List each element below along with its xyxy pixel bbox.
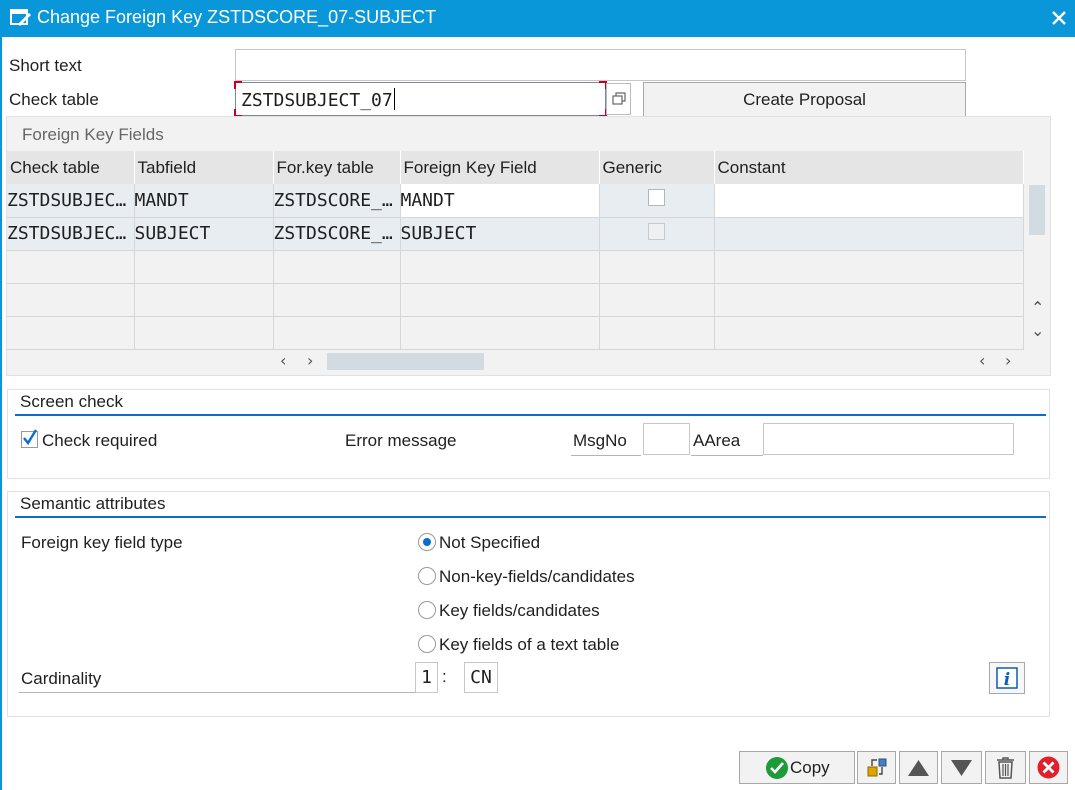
- cardinality-left-input[interactable]: 1: [415, 662, 438, 693]
- empty-row: [7, 283, 1024, 317]
- cell-for-key-table[interactable]: ZSTDSCORE_…: [273, 217, 401, 251]
- cell-tabfield[interactable]: MANDT: [134, 184, 274, 218]
- error-message-label: Error message: [345, 431, 457, 450]
- msgno-label: MsgNo: [573, 431, 627, 450]
- semantic-attributes-group: Semantic attributes Foreign key field ty…: [7, 491, 1050, 717]
- check-table-label: Check table: [9, 90, 99, 109]
- copy-button[interactable]: Copy: [739, 751, 855, 784]
- check-table-input[interactable]: ZSTDSUBJECT_07: [234, 81, 607, 117]
- panel-title: Foreign Key Fields: [22, 125, 164, 144]
- group-divider: [15, 414, 1046, 416]
- info-button[interactable]: i: [989, 662, 1025, 694]
- radio-non-key-fields[interactable]: [418, 567, 436, 585]
- edit-window-icon: [10, 9, 31, 26]
- column-header-constant[interactable]: Constant: [714, 151, 1024, 184]
- triangle-down-icon: [951, 760, 972, 776]
- cell-tabfield[interactable]: SUBJECT: [134, 217, 274, 251]
- window-title: Change Foreign Key ZSTDSCORE_07-SUBJECT: [37, 7, 437, 27]
- table-row[interactable]: ZSTDSUBJEC… SUBJECT ZSTDSCORE_… SUBJECT: [7, 217, 1024, 251]
- msgno-input[interactable]: [643, 423, 690, 455]
- radio-key-fields[interactable]: [418, 601, 436, 619]
- generic-checkbox[interactable]: [648, 222, 665, 240]
- column-header-foreign-key-field[interactable]: Foreign Key Field: [400, 151, 600, 184]
- horizontal-scroll-thumb[interactable]: [327, 353, 484, 370]
- copy-label: Copy: [790, 758, 830, 777]
- svg-text:i: i: [1004, 670, 1010, 690]
- cell-foreign-key-field[interactable]: SUBJECT: [400, 217, 600, 251]
- empty-row: [7, 250, 1024, 284]
- vertical-scroll-thumb[interactable]: [1029, 185, 1045, 235]
- cell-for-key-table[interactable]: ZSTDSCORE_…: [273, 184, 401, 218]
- screen-check-group: Screen check Check required Error messag…: [7, 389, 1050, 479]
- scroll-right-icon[interactable]: ›: [1005, 351, 1011, 370]
- cell-check-table[interactable]: ZSTDSUBJEC…: [7, 184, 135, 218]
- scroll-left-icon[interactable]: ‹: [979, 351, 985, 370]
- cell-generic: [599, 217, 715, 251]
- checkmark-icon: [23, 429, 38, 446]
- scroll-down-icon[interactable]: ⌄: [1031, 321, 1044, 340]
- close-icon[interactable]: [1049, 8, 1069, 28]
- radio-label-key-fields: Key fields/candidates: [439, 601, 600, 620]
- cell-check-table[interactable]: ZSTDSUBJEC…: [7, 217, 135, 251]
- column-header-generic[interactable]: Generic: [599, 151, 715, 184]
- aarea-input[interactable]: [763, 423, 1014, 455]
- cardinality-label: Cardinality: [21, 669, 102, 688]
- column-header-check-table[interactable]: Check table: [7, 151, 135, 184]
- check-required-label: Check required: [42, 431, 158, 450]
- transfer-button[interactable]: [857, 751, 896, 784]
- info-icon: i: [996, 667, 1018, 690]
- scroll-up-icon[interactable]: ⌃: [1031, 298, 1044, 317]
- create-proposal-button[interactable]: Create Proposal: [643, 82, 966, 117]
- aarea-label: AArea: [693, 431, 741, 450]
- radio-label-not-specified: Not Specified: [439, 533, 541, 552]
- radio-label-non-key-fields: Non-key-fields/candidates: [439, 567, 635, 586]
- trash-icon: [997, 757, 1014, 779]
- cardinality-right-input[interactable]: CN: [464, 662, 498, 693]
- foreign-key-fields-panel: Foreign Key Fields Check table Tabfield …: [6, 116, 1051, 376]
- foreign-key-table: Check table Tabfield For.key table Forei…: [7, 151, 1024, 350]
- group-title: Semantic attributes: [20, 494, 166, 513]
- group-divider: [15, 516, 1046, 518]
- short-text-label: Short text: [9, 56, 82, 75]
- fk-field-type-label: Foreign key field type: [21, 533, 183, 552]
- cardinality-separator: :: [442, 667, 447, 686]
- cell-constant[interactable]: [714, 217, 1024, 251]
- value-help-button[interactable]: [606, 83, 631, 115]
- group-title: Screen check: [20, 392, 123, 411]
- check-required-checkbox[interactable]: [21, 429, 38, 448]
- radio-label-key-fields-text-table: Key fields of a text table: [439, 635, 620, 654]
- check-icon: [766, 757, 788, 779]
- short-text-input[interactable]: [235, 49, 966, 81]
- delete-button[interactable]: [985, 751, 1026, 784]
- move-down-button[interactable]: [941, 751, 982, 784]
- generic-checkbox[interactable]: [648, 189, 665, 207]
- radio-key-fields-text-table[interactable]: [418, 635, 436, 653]
- move-up-button[interactable]: [899, 751, 938, 784]
- transfer-icon: [867, 758, 887, 777]
- window-border: [0, 37, 2, 790]
- text-cursor: [393, 88, 395, 110]
- column-header-tabfield[interactable]: Tabfield: [134, 151, 274, 184]
- cell-foreign-key-field[interactable]: MANDT: [400, 184, 600, 218]
- scroll-right-icon[interactable]: ›: [307, 351, 313, 370]
- column-header-for-key-table[interactable]: For.key table: [273, 151, 401, 184]
- table-row[interactable]: ZSTDSUBJEC… MANDT ZSTDSCORE_… MANDT: [7, 184, 1024, 218]
- radio-not-specified[interactable]: [418, 533, 436, 551]
- cell-constant[interactable]: [714, 184, 1024, 218]
- triangle-up-icon: [908, 760, 929, 776]
- title-bar: Change Foreign Key ZSTDSCORE_07-SUBJECT: [0, 0, 1075, 37]
- check-table-value: ZSTDSUBJECT_07: [241, 90, 393, 111]
- cancel-button[interactable]: [1029, 751, 1068, 784]
- value-help-icon: [612, 92, 626, 105]
- empty-row: [7, 316, 1024, 350]
- cell-generic: [599, 184, 715, 218]
- cancel-icon: [1037, 756, 1060, 779]
- scroll-left-icon[interactable]: ‹: [280, 351, 286, 370]
- vertical-scrollbar[interactable]: ⌃ ⌄: [1024, 151, 1050, 347]
